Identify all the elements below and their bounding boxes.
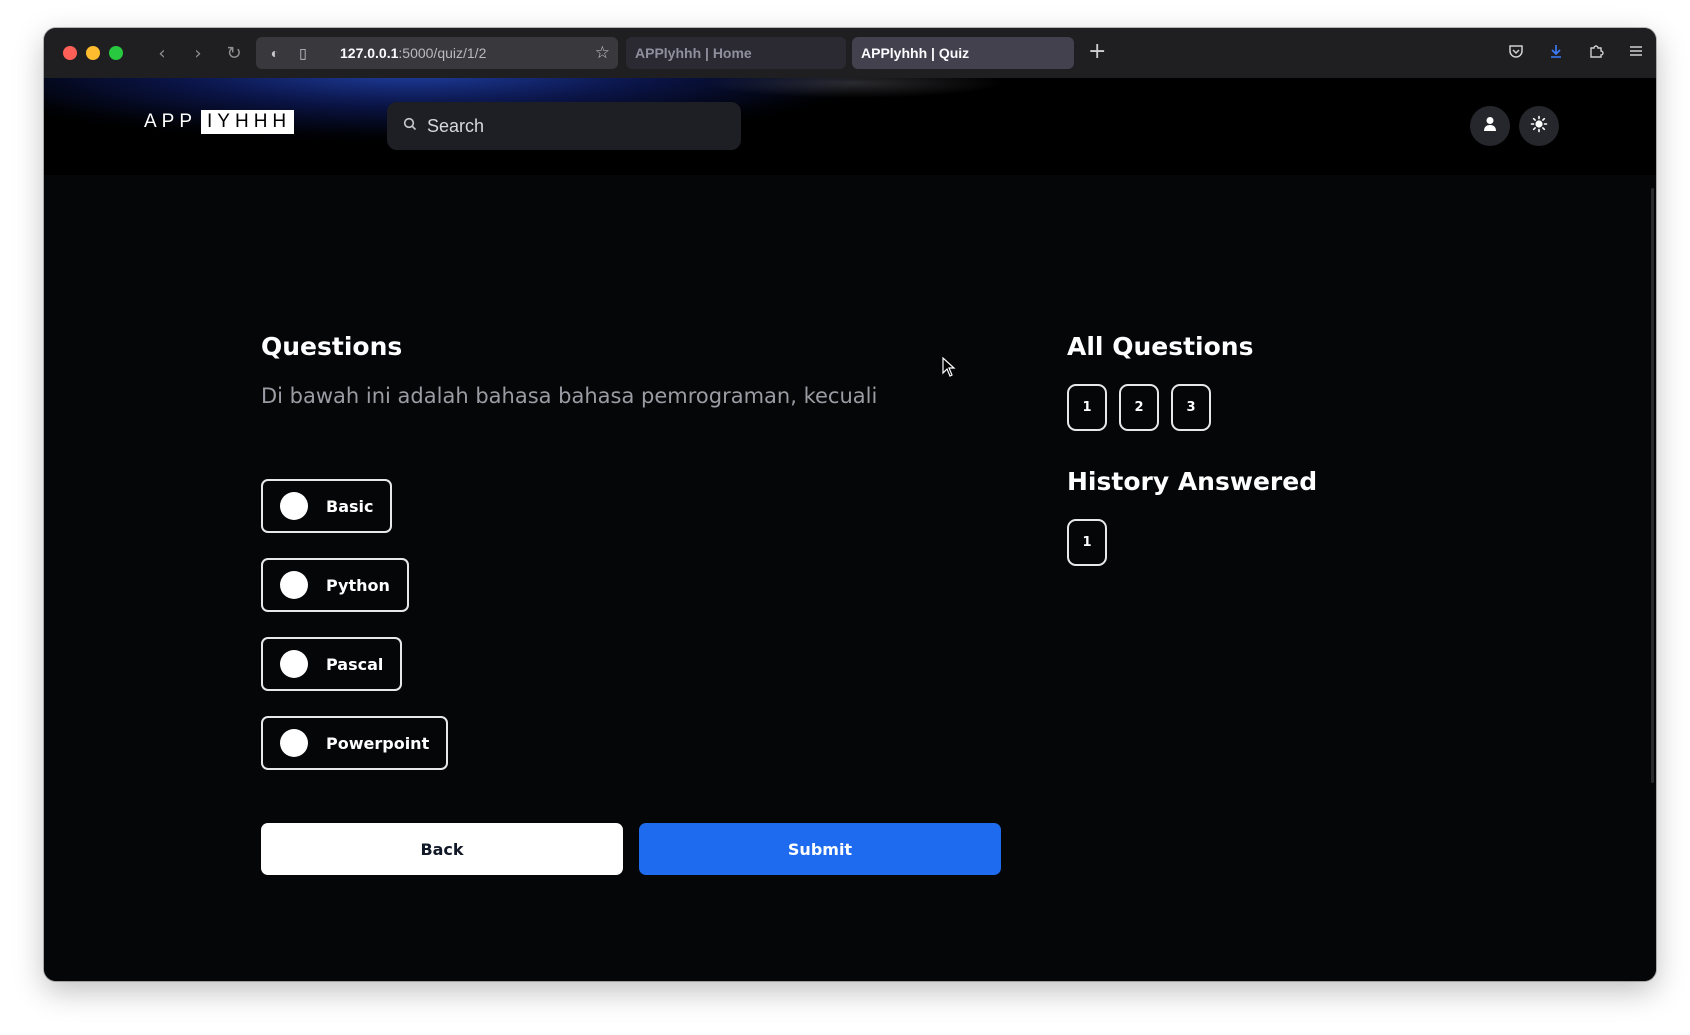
question-text: Di bawah ini adalah bahasa bahasa pemrog… [261,384,878,408]
site-header: APP IYHHH Search [44,78,1656,175]
option-label: Powerpoint [326,733,430,753]
logo-left-text: APP [144,111,198,132]
menu-icon[interactable] [1626,43,1646,63]
all-questions-heading: All Questions [1067,332,1254,361]
download-icon[interactable] [1546,43,1566,63]
theme-toggle-button[interactable] [1519,106,1559,146]
shield-icon[interactable]: ◐ [266,45,284,61]
star-icon[interactable]: ☆ [595,43,610,63]
option-python[interactable]: Python [261,558,409,612]
window-controls [63,46,123,60]
option-label: Pascal [326,654,384,674]
plus-icon[interactable]: + [1088,39,1106,64]
tab-title: APPlyhhh | Home [635,45,752,61]
header-glow-secondary [704,78,1004,98]
toolbar-actions [1506,28,1646,78]
tab-quiz[interactable]: APPlyhhh | Quiz [852,37,1074,69]
questions-heading: Questions [261,332,403,361]
question-number-button[interactable]: 2 [1119,384,1159,431]
question-number-button[interactable]: 1 [1067,384,1107,431]
history-answered-list: 1 [1067,519,1107,566]
history-answered-heading: History Answered [1067,467,1318,496]
nav-buttons: ‹ › ↻ [147,43,249,64]
user-icon [1483,116,1497,137]
back-button[interactable]: Back [261,823,623,875]
browser-window: ‹ › ↻ ◐ ▯ 127.0.0.1:5000/quiz/1/2 ☆ APPl… [44,28,1656,981]
all-questions-list: 1 2 3 [1067,384,1211,431]
page-icon: ▯ [299,44,307,61]
option-powerpoint[interactable]: Powerpoint [261,716,449,770]
browser-toolbar: ‹ › ↻ ◐ ▯ 127.0.0.1:5000/quiz/1/2 ☆ APPl… [44,28,1656,78]
minimize-window-button[interactable] [86,46,100,60]
tab-title: APPlyhhh | Quiz [861,45,970,61]
submit-button[interactable]: Submit [639,823,1001,875]
site-logo[interactable]: APP IYHHH [144,110,295,134]
logo-right-text: IYHHH [201,110,295,134]
answered-number-button[interactable]: 1 [1067,519,1107,566]
option-basic[interactable]: Basic [261,479,393,533]
search-input[interactable]: Search [387,102,741,150]
forward-icon[interactable]: › [183,43,213,64]
back-icon[interactable]: ‹ [147,43,177,64]
maximize-window-button[interactable] [109,46,123,60]
radio-button[interactable] [280,571,308,599]
url-bar[interactable]: ◐ ▯ 127.0.0.1:5000/quiz/1/2 ☆ [256,37,618,69]
extensions-icon[interactable] [1586,43,1606,63]
pocket-icon[interactable] [1506,43,1526,63]
option-pascal[interactable]: Pascal [261,637,403,691]
url-path: :5000/quiz/1/2 [398,45,487,61]
question-number-button[interactable]: 3 [1171,384,1211,431]
radio-button[interactable] [280,492,308,520]
url-text: 127.0.0.1:5000/quiz/1/2 [340,45,486,61]
radio-button[interactable] [280,729,308,757]
answer-options: Basic Python Pascal Powerpoint [261,479,449,770]
page-scrollbar[interactable] [1651,188,1654,783]
quiz-main: Questions Di bawah ini adalah bahasa bah… [44,175,1656,981]
option-label: Basic [326,496,374,516]
search-placeholder: Search [427,115,485,136]
reload-icon[interactable]: ↻ [219,43,249,64]
radio-button[interactable] [280,650,308,678]
close-window-button[interactable] [63,46,77,60]
tab-home[interactable]: APPlyhhh | Home [626,37,846,69]
mouse-cursor-icon [942,357,956,377]
option-label: Python [326,575,390,595]
user-button[interactable] [1470,106,1510,146]
sun-icon [1530,115,1548,138]
search-icon [403,117,417,135]
url-host: 127.0.0.1 [340,45,399,61]
